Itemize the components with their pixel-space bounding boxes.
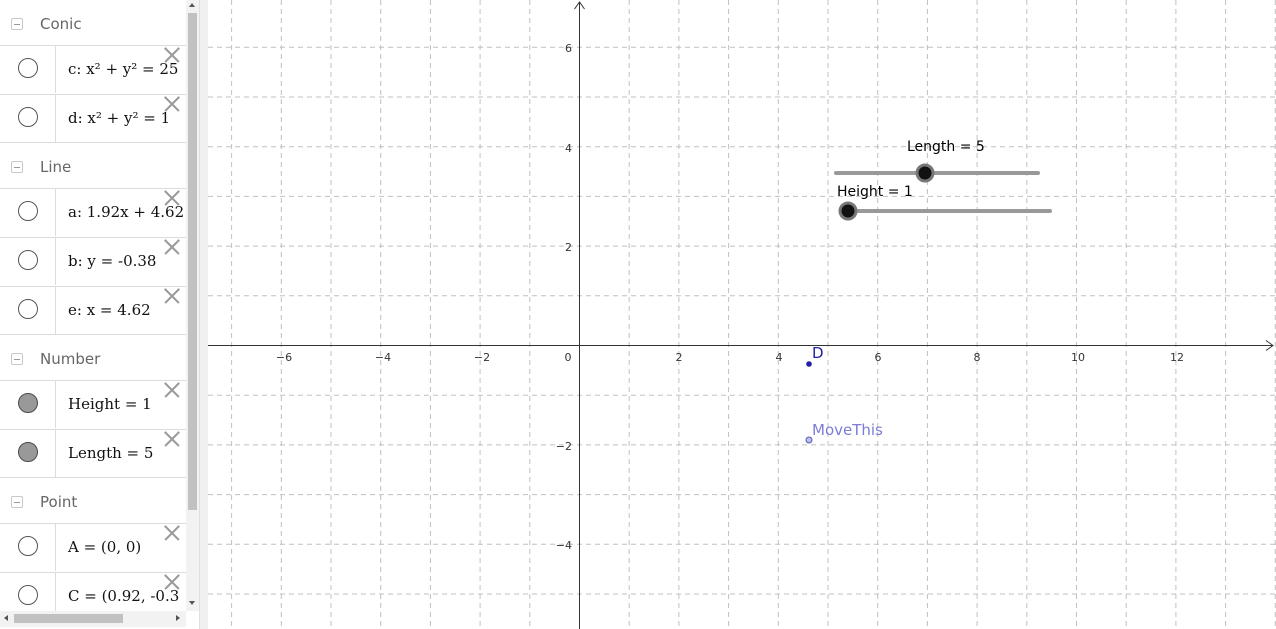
point-d-marker[interactable] [806,361,812,367]
collapse-icon[interactable] [11,18,23,30]
marble-cell [0,189,56,236]
algebra-item-c[interactable]: c: x² + y² = 25 [0,45,186,93]
visibility-marble-icon[interactable] [18,299,38,319]
algebra-item-text[interactable]: b: y = -0.38 [68,252,156,270]
delete-icon[interactable] [161,187,183,209]
x-tick-label: 0 [565,351,572,364]
algebra-item-text[interactable]: e: x = 4.62 [68,301,151,319]
marble-cell [0,287,56,334]
delete-icon[interactable] [161,379,183,401]
marble-cell [0,238,56,285]
marble-cell [0,46,56,93]
marble-cell [0,430,56,477]
graphics-view[interactable]: −6 −4 −2 0 2 4 6 8 10 12 −4 −2 2 4 6 Len… [208,0,1276,629]
scroll-left-arrow-icon[interactable] [4,615,8,621]
y-tick-label: −4 [556,539,572,552]
delete-icon[interactable] [161,428,183,450]
algebra-item-a[interactable]: a: 1.92x + 4.62 [0,188,186,236]
x-tick-label: −2 [474,351,490,364]
group-header-point[interactable]: Point [0,479,186,525]
algebra-item-b[interactable]: b: y = -0.38 [0,237,186,285]
delete-icon[interactable] [161,44,183,66]
algebra-item-e[interactable]: e: x = 4.62 [0,286,186,334]
vertical-scrollbar[interactable] [186,0,199,611]
x-tick-label: 6 [875,351,882,364]
scroll-up-arrow-icon[interactable] [189,3,195,7]
algebra-list: Conic c: x² + y² = 25 d: x² + y² = 1 Lin… [0,0,186,611]
algebra-item-A[interactable]: A = (0, 0) [0,523,186,571]
grid [208,0,1276,629]
algebra-item-text[interactable]: A = (0, 0) [68,538,141,556]
x-tick-label: −6 [276,351,292,364]
scroll-down-arrow-icon[interactable] [189,601,195,605]
horizontal-scrollbar[interactable] [0,611,186,627]
x-tick-label: 8 [974,351,981,364]
slider-length-label: Length = 5 [907,139,985,155]
x-tick-label: 12 [1170,351,1184,364]
visibility-marble-icon[interactable] [18,442,38,462]
collapse-icon[interactable] [11,353,23,365]
x-tick-label: 4 [776,351,783,364]
marble-cell [0,573,56,611]
algebra-item-d[interactable]: d: x² + y² = 1 [0,94,186,142]
y-tick-label: −2 [556,440,572,453]
visibility-marble-icon[interactable] [18,536,38,556]
group-title: Line [40,158,72,176]
visibility-marble-icon[interactable] [18,201,38,221]
y-tick-label: 4 [565,142,572,155]
visibility-marble-icon[interactable] [18,107,38,127]
slider-height-knob[interactable] [838,201,858,221]
collapse-icon[interactable] [11,496,23,508]
algebra-item-length[interactable]: Length = 5 [0,429,186,477]
slider-height[interactable]: Height = 1 [837,184,1052,221]
algebra-item-height[interactable]: Height = 1 [0,380,186,428]
separator [0,142,186,143]
group-title: Conic [40,15,82,33]
algebra-item-text[interactable]: Height = 1 [68,395,152,413]
slider-length-knob[interactable] [915,163,935,183]
point-movethis[interactable]: MoveThis [805,421,883,444]
group-title: Point [40,493,78,511]
y-tick-label: 2 [565,241,572,254]
delete-icon[interactable] [161,236,183,258]
y-tick-label: 6 [565,42,572,55]
x-tick-label: 10 [1071,351,1085,364]
visibility-marble-icon[interactable] [18,585,38,605]
delete-icon[interactable] [161,571,183,593]
x-tick-label: −4 [375,351,391,364]
marble-cell [0,95,56,142]
point-d-label: D [812,344,824,362]
collapse-icon[interactable] [11,161,23,173]
delete-icon[interactable] [161,522,183,544]
group-header-number[interactable]: Number [0,336,186,382]
marble-cell [0,381,56,428]
point-d[interactable]: D [806,344,824,367]
algebra-item-text[interactable]: d: x² + y² = 1 [68,109,170,127]
algebra-item-text[interactable]: Length = 5 [68,444,153,462]
visibility-marble-icon[interactable] [18,58,38,78]
x-tick-label: 2 [676,351,683,364]
view-divider[interactable] [199,0,208,629]
group-header-conic[interactable]: Conic [0,1,186,47]
group-header-line[interactable]: Line [0,144,186,190]
slider-height-label: Height = 1 [837,184,913,200]
delete-icon[interactable] [161,285,183,307]
algebra-view: Conic c: x² + y² = 25 d: x² + y² = 1 Lin… [0,0,199,629]
visibility-marble-icon[interactable] [18,393,38,413]
algebra-item-C[interactable]: C = (0.92, -0.3 [0,572,186,611]
horizontal-scroll-thumb[interactable] [14,614,123,623]
vertical-scroll-thumb[interactable] [188,13,197,510]
graphics-canvas[interactable]: −6 −4 −2 0 2 4 6 8 10 12 −4 −2 2 4 6 Len… [208,0,1276,629]
visibility-marble-icon[interactable] [18,250,38,270]
delete-icon[interactable] [161,93,183,115]
point-movethis-label: MoveThis [812,421,883,439]
separator [0,334,186,335]
separator [0,477,186,478]
marble-cell [0,524,56,571]
slider-length[interactable]: Length = 5 [834,139,1040,183]
scroll-right-arrow-icon[interactable] [176,615,180,621]
group-title: Number [40,350,101,368]
axes [208,1,1274,629]
